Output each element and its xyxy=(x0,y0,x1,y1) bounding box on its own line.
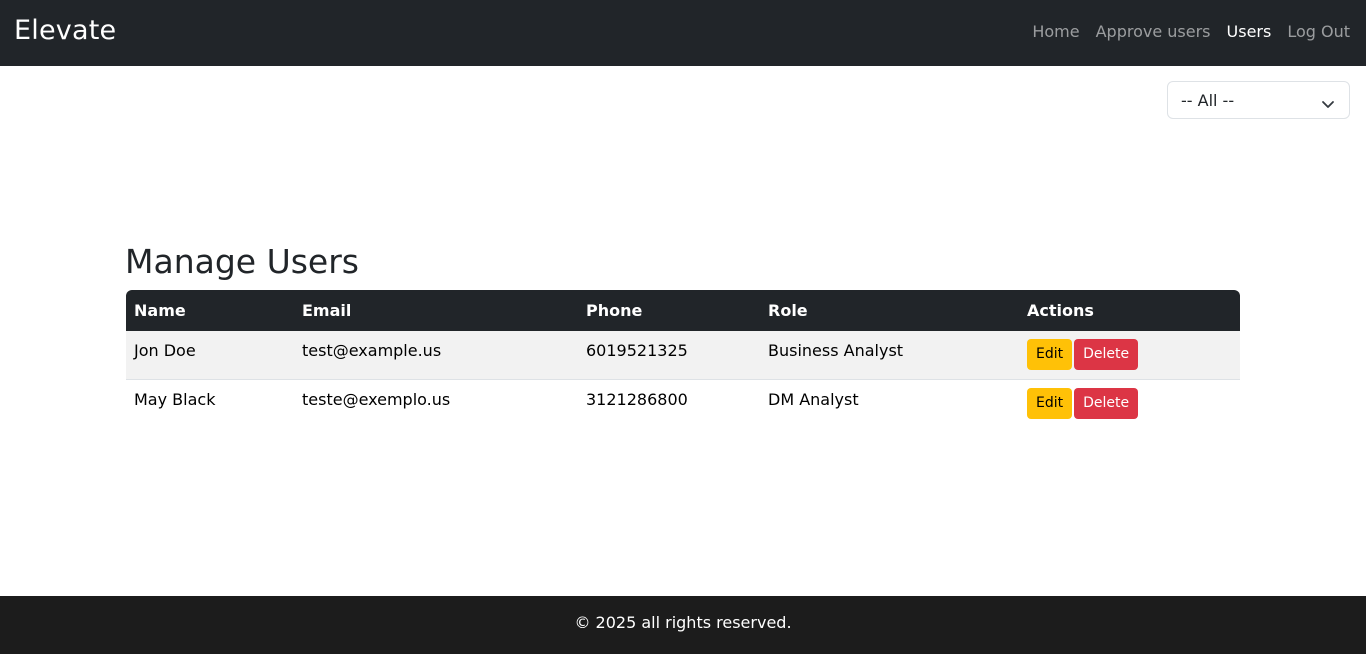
role-filter-select[interactable]: -- All -- xyxy=(1167,81,1350,119)
nav-link-users[interactable]: Users xyxy=(1227,22,1272,41)
cell-email: teste@exemplo.us xyxy=(302,389,451,409)
column-header-email: Email xyxy=(302,301,352,320)
table-row: May Black teste@exemplo.us 3121286800 DM… xyxy=(126,379,1240,427)
cell-email: test@example.us xyxy=(294,331,578,380)
delete-button[interactable]: Delete xyxy=(1074,339,1139,370)
cell-actions: Edit Delete xyxy=(1019,331,1240,380)
page-title: Manage Users xyxy=(125,242,359,281)
navbar: Elevate Home Approve users Users Log Out xyxy=(0,0,1366,66)
column-header-name: Name xyxy=(134,301,186,320)
cell-actions: Edit Delete xyxy=(1019,379,1240,427)
table-header-row: Name Email Phone Role Actions xyxy=(126,290,1240,331)
footer-copyright: © 2025 all rights reserved. xyxy=(574,613,792,632)
cell-role: DM Analyst xyxy=(768,389,859,409)
nav-link-logout[interactable]: Log Out xyxy=(1287,22,1350,41)
brand-logo[interactable]: Elevate xyxy=(14,15,116,46)
nav-link-approve-users[interactable]: Approve users xyxy=(1096,22,1211,41)
delete-button[interactable]: Delete xyxy=(1074,387,1139,419)
column-header-phone: Phone xyxy=(586,301,643,320)
table-row: Jon Doe test@example.us 6019521325 Busin… xyxy=(126,331,1240,380)
cell-role: Business Analyst xyxy=(760,331,1019,380)
column-header-actions: Actions xyxy=(1027,301,1094,320)
column-header-role: Role xyxy=(768,301,808,320)
edit-button[interactable]: Edit xyxy=(1027,339,1073,370)
cell-phone: 3121286800 xyxy=(586,389,688,409)
users-table: Name Email Phone Role Actions Jon Doe te… xyxy=(126,290,1240,427)
cell-name: Jon Doe xyxy=(126,331,294,380)
footer: © 2025 all rights reserved. xyxy=(0,596,1366,654)
chevron-down-icon xyxy=(1321,95,1335,114)
role-filter-value: -- All -- xyxy=(1181,91,1235,110)
edit-button[interactable]: Edit xyxy=(1027,387,1073,419)
nav-links: Home Approve users Users Log Out xyxy=(1016,22,1350,41)
nav-link-home[interactable]: Home xyxy=(1032,22,1079,41)
cell-name: May Black xyxy=(134,389,216,409)
cell-phone: 6019521325 xyxy=(578,331,760,380)
